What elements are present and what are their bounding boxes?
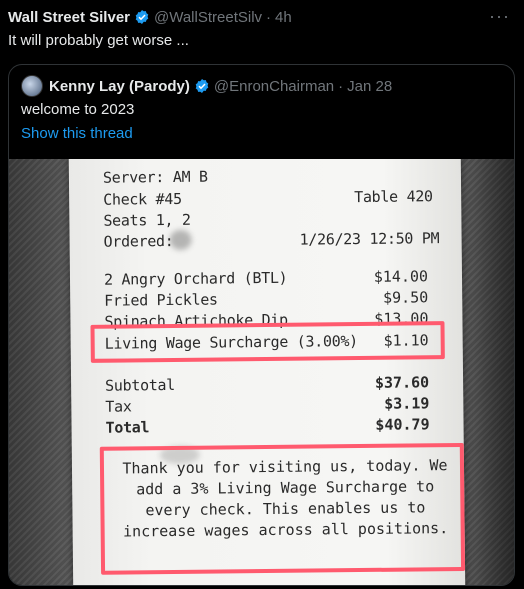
quoted-tweet-card[interactable]: Kenny Lay (Parody) @EnronChairman · Jan … xyxy=(8,64,515,586)
receipt-ordered-datetime: 1/26/23 12:50 PM xyxy=(299,229,440,249)
receipt-seats: Seats 1, 2 xyxy=(103,210,191,230)
surcharge-highlight xyxy=(90,321,445,363)
show-thread-link[interactable]: Show this thread xyxy=(21,125,133,142)
total-label: Total xyxy=(105,418,150,437)
receipt-item-price: $14.00 xyxy=(373,267,429,286)
tax-label: Tax xyxy=(105,397,132,416)
receipt: Server: AM B Check #45 Table 420 Seats 1… xyxy=(68,159,466,585)
meta-separator: · xyxy=(338,77,344,95)
tweet-time[interactable]: 4h xyxy=(275,9,292,26)
meta-separator: · xyxy=(266,8,272,26)
quoted-tweet-date[interactable]: Jan 28 xyxy=(347,78,392,95)
quoted-tweet-text: welcome to 2023 xyxy=(21,101,135,118)
quoted-author-name[interactable]: Kenny Lay (Parody) xyxy=(49,78,190,95)
tax-value: $3.19 xyxy=(384,394,430,413)
receipt-photo[interactable]: Server: AM B Check #45 Table 420 Seats 1… xyxy=(9,159,514,585)
receipt-server: Server: AM B xyxy=(102,167,208,187)
photo-shadow xyxy=(474,159,514,585)
redaction-smudge xyxy=(169,229,192,251)
receipt-check: Check #45 xyxy=(103,189,182,209)
subtotal-value: $37.60 xyxy=(374,373,430,392)
receipt-item-name: 2 Angry Orchard (BTL) xyxy=(103,268,288,289)
receipt-item-name: Fried Pickles xyxy=(104,290,218,310)
author-handle[interactable]: @WallStreetSilv xyxy=(154,9,262,26)
verified-badge-icon xyxy=(135,10,149,24)
avatar[interactable] xyxy=(21,75,43,97)
receipt-table: Table 420 xyxy=(354,187,433,207)
author-name[interactable]: Wall Street Silver xyxy=(8,9,130,26)
more-options-icon[interactable]: ··· xyxy=(489,6,510,27)
tweet-header: Wall Street Silver @WallStreetSilv · 4h … xyxy=(8,6,516,28)
quoted-author-handle[interactable]: @EnronChairman xyxy=(214,78,334,95)
verified-badge-icon xyxy=(195,79,209,93)
footer-highlight xyxy=(99,442,466,575)
total-value: $40.79 xyxy=(375,415,430,434)
subtotal-label: Subtotal xyxy=(105,375,176,395)
tweet-text: It will probably get worse ... xyxy=(8,32,189,49)
receipt-item-price: $9.50 xyxy=(382,288,429,307)
receipt-ordered-label: Ordered: xyxy=(103,231,174,251)
quoted-tweet-header: Kenny Lay (Parody) @EnronChairman · Jan … xyxy=(21,75,392,97)
